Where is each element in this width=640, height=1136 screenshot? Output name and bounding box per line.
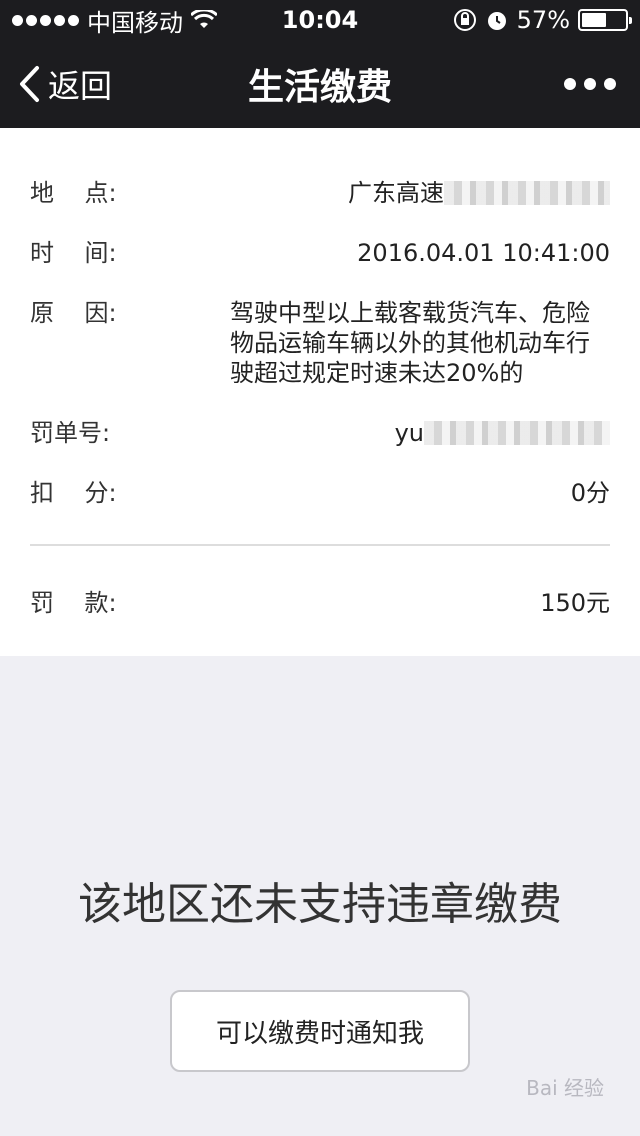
back-label: 返回 [48, 67, 113, 105]
wifi-icon [191, 10, 217, 28]
reason-value: 驾驶中型以上载客载货汽车、危险物品运输车辆以外的其他机动车行驶超过规定时速未达2… [230, 299, 590, 387]
reason-row: 原 因: 驾驶中型以上载客载货汽车、危险物品运输车辆以外的其他机动车行驶超过规定… [30, 298, 610, 388]
unsupported-notice: 该地区还未支持违章缴费 [78, 879, 562, 930]
battery-percent: 57% [516, 6, 570, 34]
fine-value: 150元 [540, 589, 610, 617]
redacted-text [424, 421, 610, 445]
fine-row: 罚 款: 150元 [30, 588, 610, 618]
rotation-lock-icon [453, 9, 476, 31]
ticket-row: 罚单号: yu [30, 418, 610, 448]
status-right: 57% [453, 6, 632, 34]
time-row: 时 间: 2016.04.01 10:41:00 [30, 238, 610, 268]
back-button[interactable]: 返回 [18, 40, 112, 128]
points-row: 扣 分: 0分 [30, 478, 610, 508]
alarm-icon [487, 12, 506, 30]
nav-bar: 返回 生活缴费 [0, 40, 640, 128]
carrier-label: 中国移动 [87, 8, 183, 37]
battery-fill [582, 13, 606, 27]
divider [30, 544, 610, 546]
violation-detail-card: 地 点: 广东高速 时 间: 2016.04.01 10:41:00 原 因: … [0, 128, 640, 656]
more-dot-icon [604, 78, 616, 90]
points-value: 0分 [570, 479, 610, 507]
chevron-left-icon [20, 66, 39, 102]
notify-me-button[interactable]: 可以缴费时通知我 [170, 990, 470, 1072]
more-dot-icon [584, 78, 596, 90]
ticket-label: 罚单号: [30, 419, 111, 447]
time-label: 时 间: [30, 239, 117, 267]
location-label: 地 点: [30, 179, 117, 207]
location-value: 广东高速 [348, 178, 610, 208]
more-button[interactable] [564, 40, 616, 128]
watermark-logo: Bai 经验 [526, 1076, 604, 1100]
more-dot-icon [564, 78, 576, 90]
points-label: 扣 分: [30, 479, 117, 507]
fine-label: 罚 款: [30, 589, 117, 617]
status-left: 中国移动 [12, 3, 217, 38]
location-row: 地 点: 广东高速 [30, 178, 610, 208]
status-bar: 中国移动 10:04 57% [0, 0, 640, 40]
ticket-value: yu [395, 418, 610, 448]
reason-label: 原 因: [30, 299, 117, 327]
time-value: 2016.04.01 10:41:00 [357, 239, 610, 267]
signal-icon [12, 14, 79, 26]
redacted-text [444, 181, 610, 205]
battery-icon [578, 9, 632, 31]
